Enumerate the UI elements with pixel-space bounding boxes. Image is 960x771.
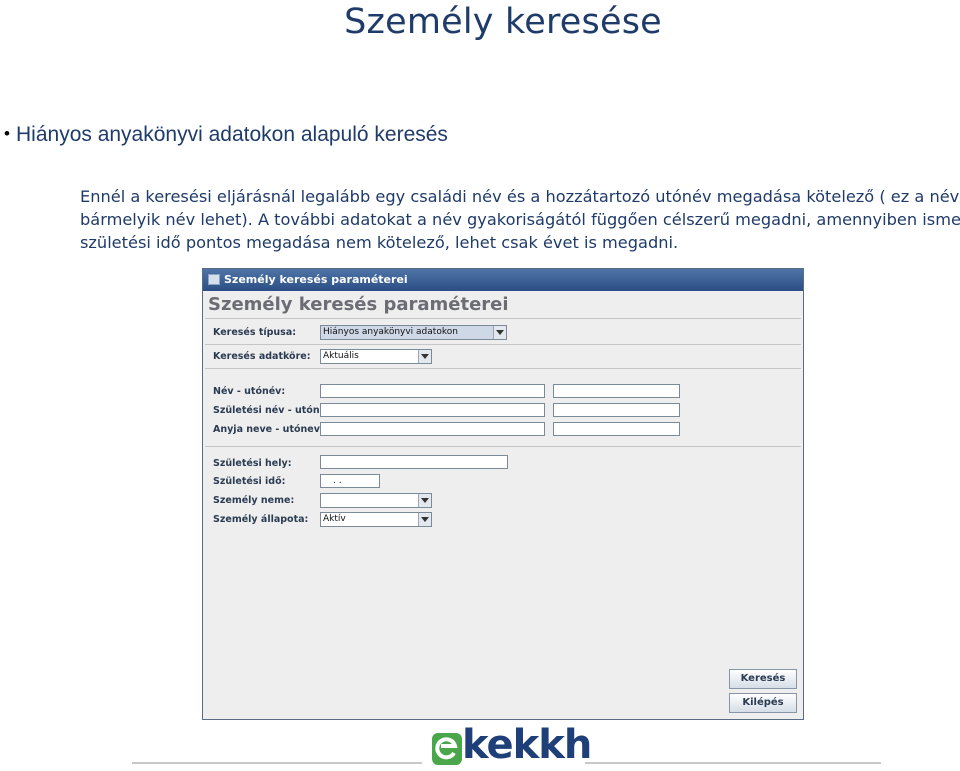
bullet-dot: • [4, 124, 10, 143]
divider [205, 446, 801, 447]
divider [205, 318, 801, 319]
mother-name-label: Anyja neve - utóneve: [213, 424, 331, 435]
divider [205, 344, 801, 345]
birth-given-name-input[interactable] [553, 403, 680, 417]
surname-input[interactable] [320, 384, 545, 398]
search-scope-value: Aktuális [323, 351, 359, 361]
window-titlebar[interactable]: Személy keresés paraméterei [203, 269, 803, 291]
paragraph-line: Ennél a keresési eljárásnál legalább egy… [80, 187, 960, 206]
search-button[interactable]: Keresés [729, 669, 797, 689]
birth-place-label: Születési hely: [213, 458, 292, 469]
logo-text: kekkh [462, 722, 592, 768]
status-dropdown[interactable]: Aktív [320, 512, 432, 527]
mother-surname-input[interactable] [320, 422, 545, 436]
birth-surname-input[interactable] [320, 403, 545, 417]
given-name-input[interactable] [553, 384, 680, 398]
footer-divider [585, 762, 881, 764]
search-type-label: Keresés típusa: [213, 327, 297, 338]
footer-divider [132, 762, 422, 764]
status-value: Aktív [323, 514, 346, 524]
form-header: Személy keresés paraméterei [208, 294, 509, 315]
chevron-down-icon[interactable] [418, 513, 431, 526]
chevron-down-icon[interactable] [418, 494, 431, 507]
mother-given-name-input[interactable] [553, 422, 680, 436]
gender-dropdown[interactable] [320, 493, 432, 508]
chevron-down-icon[interactable] [493, 326, 506, 339]
window-title: Személy keresés paraméterei [224, 273, 408, 286]
birth-name-label: Születési név - utónév: [213, 405, 337, 416]
birth-date-input[interactable]: . . [320, 474, 380, 488]
search-parameters-window: Személy keresés paraméterei Személy kere… [202, 268, 804, 720]
kekkh-logo-icon [432, 733, 462, 765]
slide-title: Személy keresése [344, 2, 662, 42]
search-scope-dropdown[interactable]: Aktuális [320, 349, 432, 364]
paragraph-line: bármelyik név lehet). A további adatokat… [80, 210, 960, 229]
exit-button[interactable]: Kilépés [729, 693, 797, 713]
description-paragraph: Ennél a keresési eljárásnál legalább egy… [80, 185, 960, 254]
birth-place-input[interactable] [320, 455, 508, 469]
window-body: Személy keresés paraméterei Keresés típu… [205, 291, 801, 717]
paragraph-line: születési idő pontos megadása nem kötele… [80, 233, 679, 252]
search-type-value: Hiányos anyakönyvi adatokon [323, 327, 458, 337]
birth-date-label: Születési idő: [213, 476, 286, 487]
search-type-dropdown[interactable]: Hiányos anyakönyvi adatokon [320, 325, 507, 340]
search-scope-label: Keresés adatköre: [213, 351, 311, 362]
app-window-icon [208, 274, 220, 285]
name-label: Név - utónév: [213, 386, 286, 397]
divider [205, 368, 801, 369]
gender-label: Személy neme: [213, 495, 295, 506]
chevron-down-icon[interactable] [418, 350, 431, 363]
bullet-text: Hiányos anyakönyvi adatokon alapuló kere… [16, 123, 448, 146]
bullet-point: • Hiányos anyakönyvi adatokon alapuló ker… [4, 123, 448, 147]
status-label: Személy állapota: [213, 514, 309, 525]
